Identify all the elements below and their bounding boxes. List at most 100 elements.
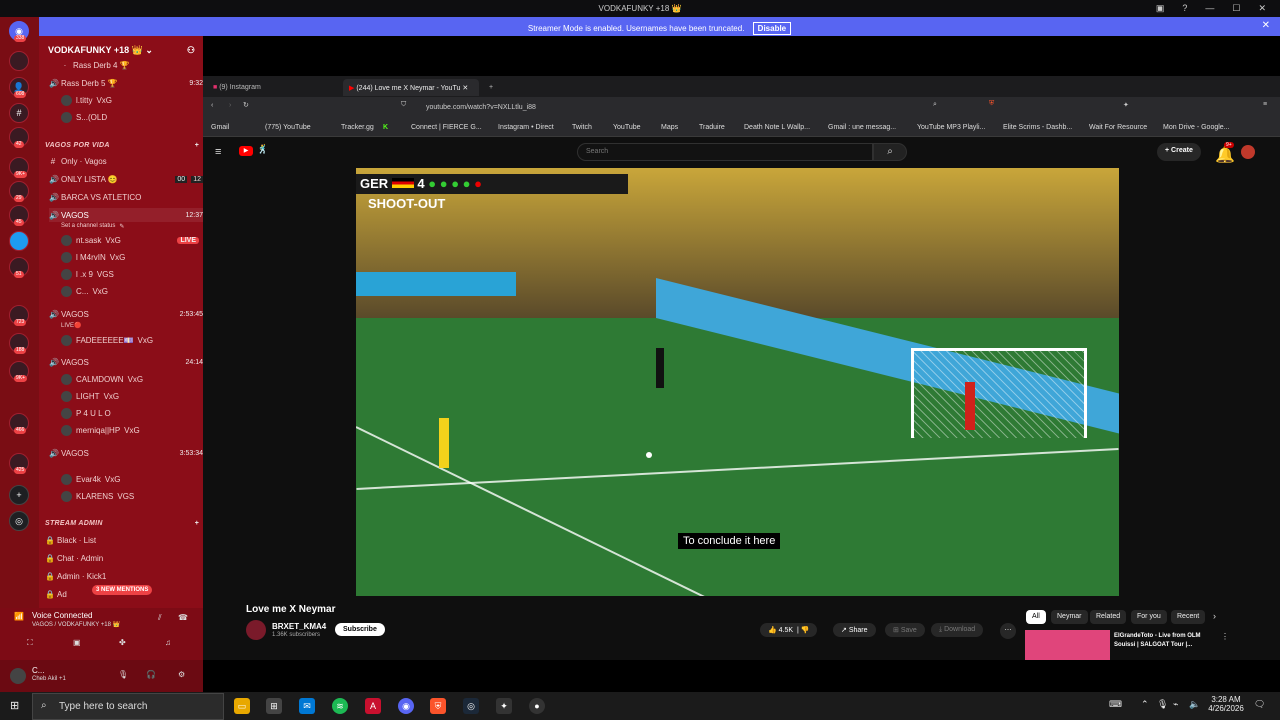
category-stream-admin[interactable]: STREAM ADMIN + [45,516,199,530]
hamburger-menu-icon[interactable]: ≡ [215,146,221,158]
headphones-icon[interactable]: 🎧 [146,670,156,679]
minimize-button[interactable]: — [1205,3,1214,14]
voice-user[interactable]: CALMDOWN VxG [61,372,199,386]
brave-shield-icon[interactable]: ⛨ [989,100,994,108]
channel-avatar[interactable] [246,620,266,640]
inbox-icon[interactable]: ▣ [1156,3,1165,14]
search-input[interactable]: Search [577,143,873,161]
voice-channel[interactable]: 🔊 VAGOS 24:14 [49,355,203,369]
create-button[interactable]: + Create [1157,143,1201,161]
microphone-icon[interactable]: 🎙 [1157,699,1168,710]
text-channel[interactable]: # Only · Vagos [49,154,203,168]
screen-share-icon[interactable]: ▣ [73,638,81,647]
close-tab-icon[interactable]: ✕ [462,85,468,92]
voice-user[interactable]: C... VxG [61,284,199,298]
soundboard-icon[interactable]: ♫ [165,638,171,647]
url-field[interactable]: youtube.com/watch?v=NXLLtlu_i88 [418,101,918,115]
share-button[interactable]: ↗ Share [833,623,876,637]
tab-youtube[interactable]: ▶ (244) Love me X Neymar - YouTu ✕ [343,79,479,96]
clock[interactable]: 3:28 AM 4/26/2026 [1204,695,1248,713]
discord-icon[interactable]: ◉ [398,698,414,714]
back-icon[interactable]: ‹ [211,102,213,109]
chevron-up-icon[interactable]: ⌃ [1141,699,1149,710]
notifications-icon[interactable]: 🗨 [1254,699,1265,710]
server-icon[interactable] [9,231,29,251]
voice-channel[interactable]: 🔊 BARCA VS ATLETICO [49,190,203,204]
app-icon[interactable]: ✦ [496,698,512,714]
server-icon[interactable]: 45 [9,205,29,226]
add-channel-icon[interactable]: + [195,520,199,527]
camera-off-icon[interactable]: ⛶ [27,638,33,648]
chip-all[interactable]: All [1026,610,1046,624]
bookmark-item[interactable]: Elite Scrims - Dashb... [1003,124,1072,131]
bookmark-item[interactable]: Mon Drive - Google... [1163,124,1230,131]
app-icon[interactable]: ● [529,698,545,714]
tab-instagram[interactable]: ■ (9) Instagram [207,79,337,96]
network-icon[interactable]: ⌁ [1173,699,1178,710]
voice-user[interactable]: FADEEEEEE💷 VxG [61,333,199,347]
server-icon[interactable]: 29 [9,181,29,202]
recommended-title[interactable]: ElGrandeToto - Live from OLM Souissi | S… [1114,632,1220,650]
bookmark-item[interactable]: YouTube [613,124,641,131]
bookmark-item[interactable]: Maps [661,124,678,131]
microphone-icon[interactable]: 🎙 [118,670,128,679]
download-button[interactable]: ⤓ Download [931,623,984,637]
voice-user[interactable]: LIGHT VxG [61,389,199,403]
forward-icon[interactable]: › [229,102,231,109]
bookmark-item[interactable]: Twitch [572,124,592,131]
text-channel[interactable]: 🔒 Chat · Admin [45,551,199,565]
server-icon[interactable]: 9K+ [9,157,29,178]
text-channel[interactable]: 🔒 Admin · Kick1 [45,569,199,583]
server-icon[interactable]: 466 [9,413,29,434]
maximize-button[interactable]: ☐ [1232,3,1240,14]
bookmark-item[interactable]: (775) YouTube [265,124,311,131]
voice-user[interactable]: l .x 9 VGS [61,267,199,281]
thumbs-down-icon[interactable]: 👎 [801,627,810,634]
keyboard-icon[interactable]: ⌨ [1109,699,1122,710]
close-banner-icon[interactable]: ✕ [1262,20,1270,31]
channel-status[interactable]: Set a channel status ✎ [61,219,199,233]
voice-channel[interactable]: 🔊 ONLY LISTA 😊 00 12 [49,172,203,186]
bookmark-item[interactable]: Gmail : une messag... [828,124,896,131]
voice-channel-name[interactable]: VAGOS / VODKAFUNKY +18 👑 [32,621,120,628]
spotify-icon[interactable]: ≋ [332,698,348,714]
voice-status[interactable]: Voice Connected [32,611,93,620]
help-icon[interactable]: ? [1182,3,1187,14]
server-icon[interactable]: 425 [9,453,29,474]
account-avatar[interactable] [1241,145,1255,159]
bookmark-icon[interactable]: ⛉ [401,101,406,109]
discord-home-icon[interactable]: ◉ 338 [9,21,29,42]
windows-start-icon[interactable]: ⊞ [10,699,19,712]
server-icon[interactable]: 9K+ [9,361,29,382]
menu-icon[interactable]: ≡ [1263,101,1267,108]
save-button[interactable]: ⊞ Save [885,623,925,637]
chip-neymar[interactable]: Neymar [1051,610,1088,624]
server-icon[interactable]: # [9,103,29,123]
bookmark-item[interactable]: Death Note L Wallp... [744,124,810,131]
add-server-icon[interactable]: + [9,485,29,505]
brave-icon[interactable]: ⛨ [430,698,446,714]
settings-icon[interactable]: ⚙ [178,670,185,679]
server-icon[interactable]: 51 [9,257,29,278]
store-icon[interactable]: ⊞ [266,698,282,714]
category-vagos[interactable]: VAGOS POR VIDA + [45,138,199,152]
avatar[interactable] [10,668,26,684]
reload-icon[interactable]: ↻ [243,101,249,109]
add-channel-icon[interactable]: + [195,142,199,149]
app-icon[interactable]: A [365,698,381,714]
more-options-icon[interactable]: ⋯ [1000,623,1016,639]
more-vert-icon[interactable]: ⋮ [1221,632,1229,641]
like-button[interactable]: 👍 4.5K | 👎 [760,623,818,637]
server-icon[interactable]: 188 [9,333,29,354]
zoom-icon[interactable]: ⌕ [933,101,937,109]
voice-user[interactable]: nt.sask VxG LIVE [61,233,199,247]
explore-icon[interactable]: ◎ [9,511,29,531]
server-icon[interactable]: 👤 608 [9,77,29,98]
extensions-icon[interactable]: ✦ [1123,101,1129,109]
bookmark-item[interactable]: K [383,124,388,131]
bookmark-item[interactable]: Tracker.gg [341,124,374,131]
notifications-icon[interactable]: 🔔 [1215,145,1235,165]
taskbar-search-input[interactable]: ⌕ Type here to search [32,693,224,720]
voice-user[interactable]: merniqa||HP VxG [61,423,199,437]
voice-user[interactable]: l M4rvIN VxG [61,250,199,264]
